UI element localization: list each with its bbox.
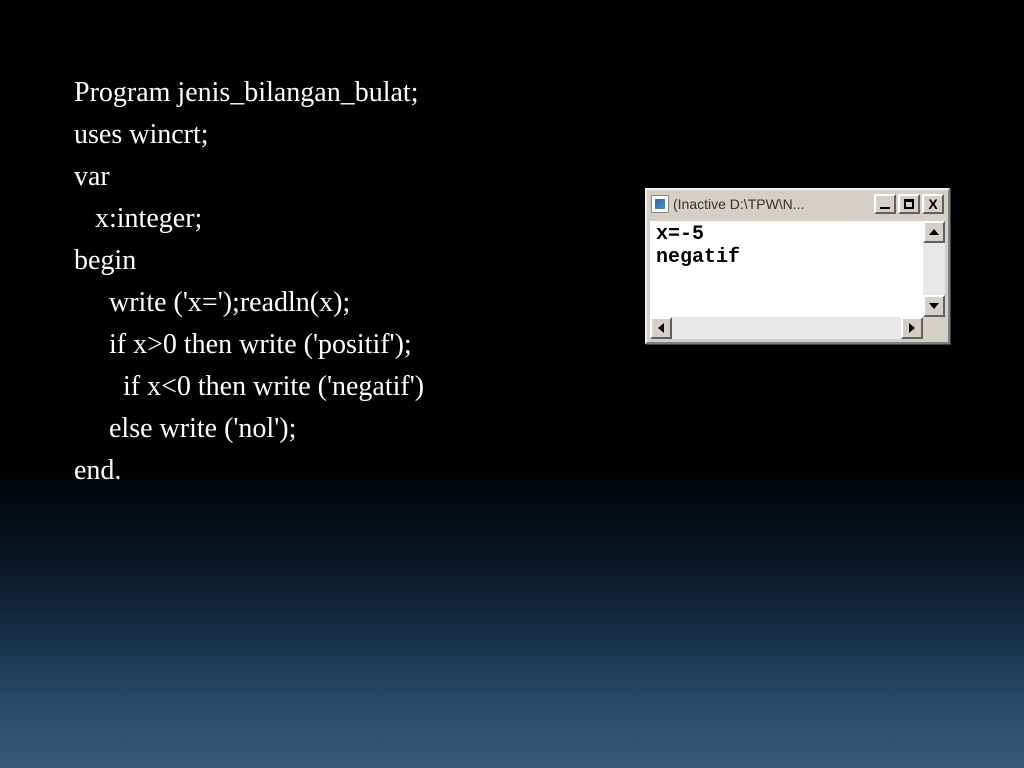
maximize-icon	[904, 199, 914, 209]
code-line: var	[74, 161, 110, 192]
output-line: negatif	[656, 246, 740, 269]
arrow-up-icon	[929, 229, 939, 235]
minimize-button[interactable]	[874, 194, 896, 214]
code-line: end.	[74, 455, 121, 486]
arrow-down-icon	[929, 303, 939, 309]
close-button[interactable]: X	[922, 194, 944, 214]
scroll-down-button[interactable]	[923, 295, 945, 317]
vertical-scrollbar[interactable]	[923, 221, 945, 317]
scroll-up-button[interactable]	[923, 221, 945, 243]
code-line: if x>0 then write ('positif');	[74, 329, 412, 360]
code-line: else write ('nol');	[74, 413, 296, 444]
maximize-button[interactable]	[898, 194, 920, 214]
minimize-icon	[880, 207, 890, 209]
scroll-right-button[interactable]	[901, 317, 923, 339]
app-icon	[651, 195, 669, 213]
arrow-left-icon	[658, 323, 664, 333]
window-title: (Inactive D:\TPW\N...	[673, 196, 870, 212]
pascal-code-block: Program jenis_bilangan_bulat; uses wincr…	[74, 30, 424, 492]
output-line: x=-5	[656, 223, 704, 246]
titlebar: (Inactive D:\TPW\N... X	[647, 190, 948, 218]
code-line: write ('x=');readln(x);	[74, 287, 350, 318]
code-line: begin	[74, 245, 136, 276]
console-window: (Inactive D:\TPW\N... X x=-5 negatif	[645, 188, 950, 344]
code-line: if x<0 then write ('negatif')	[74, 371, 424, 402]
scroll-corner	[923, 317, 945, 339]
scroll-left-button[interactable]	[650, 317, 672, 339]
console-body: x=-5 negatif	[650, 221, 945, 339]
window-controls: X	[874, 194, 944, 214]
arrow-right-icon	[909, 323, 915, 333]
code-line: x:integer;	[74, 203, 202, 234]
code-line: uses wincrt;	[74, 119, 209, 150]
horizontal-scrollbar[interactable]	[650, 317, 923, 339]
console-output: x=-5 negatif	[650, 221, 923, 317]
code-line: Program jenis_bilangan_bulat;	[74, 77, 419, 108]
close-icon: X	[928, 197, 937, 211]
